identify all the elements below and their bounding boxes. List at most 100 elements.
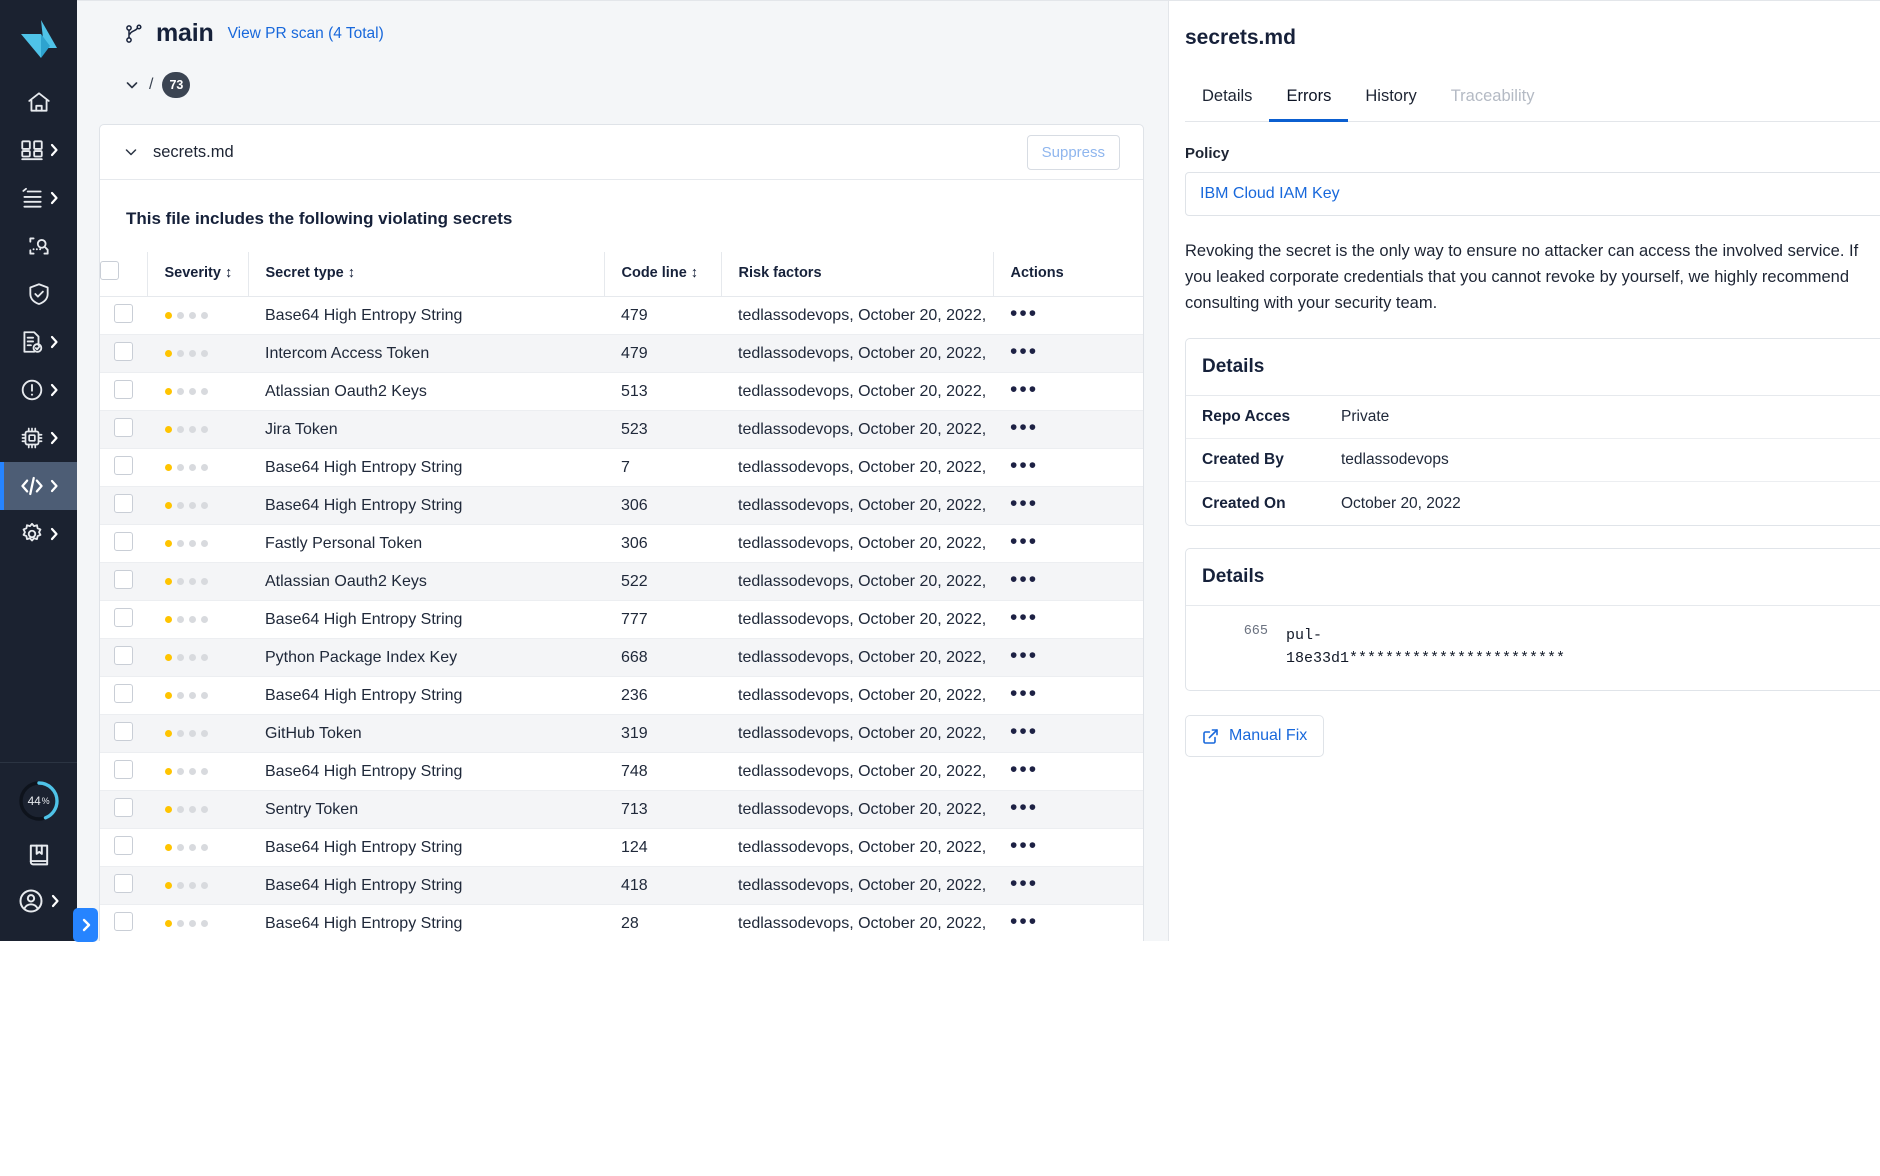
table-row[interactable]: Base64 High Entropy String748tedlassodev… — [100, 753, 1144, 791]
sort-arrows-icon[interactable]: ↕ — [225, 265, 232, 281]
sidebar-item-compliance[interactable] — [0, 270, 77, 318]
more-horizontal-icon[interactable]: ••• — [1010, 454, 1038, 477]
row-checkbox[interactable] — [114, 304, 133, 323]
severity-dots — [165, 578, 248, 585]
severity-dot — [177, 350, 184, 357]
usage-progress-ring[interactable]: 44% — [17, 779, 61, 823]
table-row[interactable]: Fastly Personal Token306tedlassodevops, … — [100, 525, 1144, 563]
code-brackets-icon — [19, 473, 45, 499]
more-horizontal-icon[interactable]: ••• — [1010, 492, 1038, 515]
row-checkbox[interactable] — [114, 646, 133, 665]
risk-factors-cell: tedlassodevops, October 20, 2022, — [721, 715, 993, 753]
brand-logo[interactable] — [0, 0, 77, 78]
dashboard-icon — [19, 137, 45, 163]
select-all-checkbox[interactable] — [100, 261, 119, 280]
chevron-down-icon[interactable] — [123, 144, 139, 160]
table-row[interactable]: Atlassian Oauth2 Keys522tedlassodevops, … — [100, 563, 1144, 601]
more-horizontal-icon[interactable]: ••• — [1010, 530, 1038, 553]
table-row[interactable]: Base64 High Entropy String236tedlassodev… — [100, 677, 1144, 715]
risk-factors-cell: tedlassodevops, October 20, 2022, — [721, 867, 993, 905]
row-checkbox[interactable] — [114, 532, 133, 551]
sidebar-item-home[interactable] — [0, 78, 77, 126]
row-checkbox[interactable] — [114, 380, 133, 399]
table-row[interactable]: GitHub Token319tedlassodevops, October 2… — [100, 715, 1144, 753]
view-pr-scan-link[interactable]: View PR scan (4 Total) — [228, 25, 384, 43]
app-root: 44% — [0, 0, 1880, 1176]
severity-cell — [147, 639, 248, 677]
row-checkbox[interactable] — [114, 494, 133, 513]
table-row[interactable]: Base64 High Entropy String777tedlassodev… — [100, 601, 1144, 639]
sidebar-collapse-toggle[interactable] — [73, 908, 98, 942]
table-row[interactable]: Sentry Token713tedlassodevops, October 2… — [100, 791, 1144, 829]
more-horizontal-icon[interactable]: ••• — [1010, 644, 1038, 667]
more-horizontal-icon[interactable]: ••• — [1010, 796, 1038, 819]
sidebar-item-code-security[interactable] — [0, 462, 77, 510]
sidebar-item-alerts[interactable] — [0, 366, 77, 414]
docs-button[interactable] — [25, 841, 53, 869]
code-line-number: 665 — [1186, 624, 1286, 639]
sidebar-item-dashboards[interactable] — [0, 126, 77, 174]
sidebar-item-scan[interactable] — [0, 222, 77, 270]
risk-factors-cell: tedlassodevops, October 20, 2022, — [721, 487, 993, 525]
column-header-secret-type[interactable]: Secret type ↕ — [248, 252, 604, 297]
severity-dot — [189, 920, 196, 927]
more-horizontal-icon[interactable]: ••• — [1010, 568, 1038, 591]
row-checkbox[interactable] — [114, 608, 133, 627]
table-row[interactable]: Base64 High Entropy String124tedlassodev… — [100, 829, 1144, 867]
row-checkbox[interactable] — [114, 874, 133, 893]
code-line-content: pul- 18e33d1************************ — [1286, 624, 1565, 670]
row-checkbox[interactable] — [114, 912, 133, 931]
table-row[interactable]: Base64 High Entropy String28tedlassodevo… — [100, 905, 1144, 942]
code-line-cell: 523 — [604, 411, 721, 449]
more-horizontal-icon[interactable]: ••• — [1010, 720, 1038, 743]
table-row[interactable]: Jira Token523tedlassodevops, October 20,… — [100, 411, 1144, 449]
table-row[interactable]: Base64 High Entropy String306tedlassodev… — [100, 487, 1144, 525]
table-row[interactable]: Python Package Index Key668tedlassodevop… — [100, 639, 1144, 677]
alert-circle-icon — [19, 377, 45, 403]
table-row[interactable]: Intercom Access Token479tedlassodevops, … — [100, 335, 1144, 373]
chevron-down-icon[interactable] — [124, 77, 140, 93]
table-row[interactable]: Atlassian Oauth2 Keys513tedlassodevops, … — [100, 373, 1144, 411]
user-menu[interactable] — [17, 887, 60, 915]
sidebar-item-settings[interactable] — [0, 510, 77, 558]
row-checkbox[interactable] — [114, 760, 133, 779]
sidebar-item-policies[interactable] — [0, 318, 77, 366]
more-horizontal-icon[interactable]: ••• — [1010, 340, 1038, 363]
suppress-button[interactable]: Suppress — [1027, 135, 1120, 170]
table-row[interactable]: Base64 High Entropy String7tedlassodevop… — [100, 449, 1144, 487]
tab-errors[interactable]: Errors — [1269, 87, 1348, 122]
sort-arrows-icon[interactable]: ↕ — [691, 265, 698, 281]
row-checkbox[interactable] — [114, 570, 133, 589]
tab-history[interactable]: History — [1348, 87, 1433, 122]
manual-fix-button[interactable]: Manual Fix — [1185, 715, 1324, 757]
code-line-cell: 236 — [604, 677, 721, 715]
table-row[interactable]: Base64 High Entropy String418tedlassodev… — [100, 867, 1144, 905]
column-header-severity[interactable]: Severity ↕ — [147, 252, 248, 297]
more-horizontal-icon[interactable]: ••• — [1010, 758, 1038, 781]
row-checkbox[interactable] — [114, 684, 133, 703]
sidebar-item-inventory[interactable] — [0, 174, 77, 222]
more-horizontal-icon[interactable]: ••• — [1010, 872, 1038, 895]
more-horizontal-icon[interactable]: ••• — [1010, 834, 1038, 857]
row-checkbox[interactable] — [114, 722, 133, 741]
more-horizontal-icon[interactable]: ••• — [1010, 416, 1038, 439]
row-checkbox[interactable] — [114, 798, 133, 817]
sort-arrows-icon[interactable]: ↕ — [348, 265, 355, 281]
column-header-code-line[interactable]: Code line ↕ — [604, 252, 721, 297]
tab-details[interactable]: Details — [1185, 87, 1269, 122]
code-line-cell: 513 — [604, 373, 721, 411]
severity-dot — [201, 692, 208, 699]
chip-icon — [19, 425, 45, 451]
more-horizontal-icon[interactable]: ••• — [1010, 378, 1038, 401]
sidebar-item-runtime[interactable] — [0, 414, 77, 462]
row-checkbox[interactable] — [114, 836, 133, 855]
more-horizontal-icon[interactable]: ••• — [1010, 682, 1038, 705]
table-row[interactable]: Base64 High Entropy String479tedlassodev… — [100, 297, 1144, 335]
more-horizontal-icon[interactable]: ••• — [1010, 910, 1038, 933]
row-checkbox[interactable] — [114, 456, 133, 475]
row-checkbox[interactable] — [114, 418, 133, 437]
more-horizontal-icon[interactable]: ••• — [1010, 302, 1038, 325]
row-checkbox[interactable] — [114, 342, 133, 361]
more-horizontal-icon[interactable]: ••• — [1010, 606, 1038, 629]
policy-link[interactable]: IBM Cloud IAM Key — [1200, 185, 1340, 202]
